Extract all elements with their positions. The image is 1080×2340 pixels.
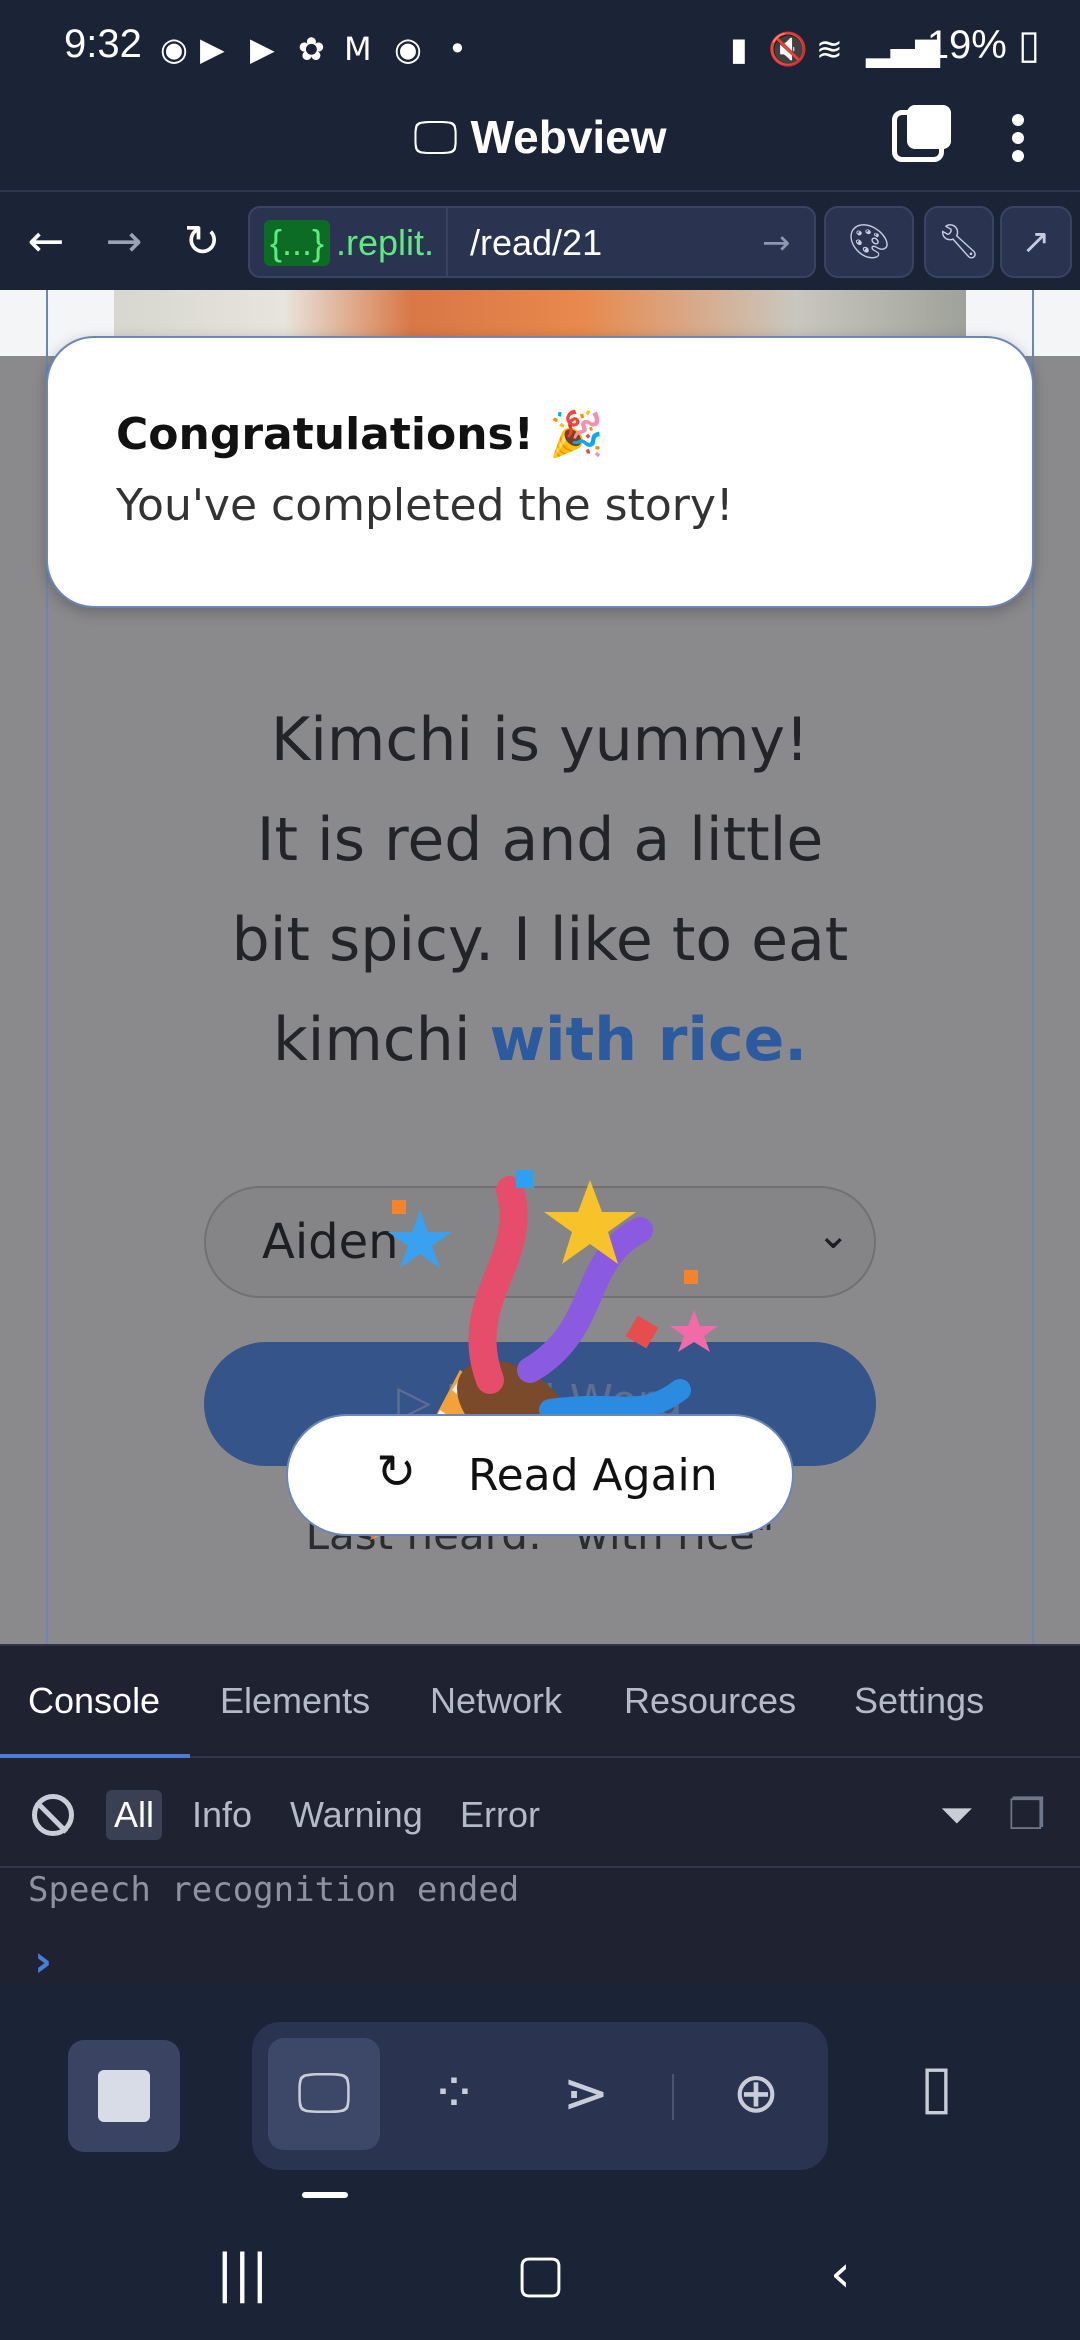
url-bar: ← → ↻ {...} .replit. /read/21 → 🎨︎ 🔧︎ ↗ xyxy=(0,190,1080,290)
host-text: .replit. xyxy=(336,222,435,263)
wifi-icon: ≋ xyxy=(816,30,843,68)
android-nav-bar: ||| ▢ ‹ xyxy=(0,2210,1080,2340)
tab-console[interactable]: Console xyxy=(28,1680,160,1722)
dock-panel-icon[interactable]: ▯ xyxy=(920,2052,953,2122)
branch-icon[interactable]: ⋗ xyxy=(530,2038,642,2150)
tab-settings[interactable]: Settings xyxy=(854,1680,984,1722)
grid-dots-icon[interactable]: ⁘ xyxy=(398,2038,510,2150)
url-field[interactable]: {...} .replit. /read/21 → xyxy=(248,206,816,278)
tool-toolbar: 🖵 ⁘ ⋗ ⊕ ▯ xyxy=(0,1984,1080,2184)
toast-body: You've completed the story! xyxy=(116,480,734,531)
console-filter-bar: All Info Warning Error ⏷ ❐ xyxy=(0,1760,1080,1868)
status-bar: 9:32 ◉ ▶ ▶ ✿ M ◉ • ▮ 🔇 ≋ ▂▄▆ 19% ▯ xyxy=(0,0,1080,100)
mute-icon: 🔇 xyxy=(768,30,808,68)
reload-icon[interactable]: ↻ xyxy=(172,212,232,272)
filter-warning[interactable]: Warning xyxy=(282,1790,431,1840)
tab-elements[interactable]: Elements xyxy=(220,1680,370,1722)
chrome-icon: ◉ xyxy=(394,30,422,68)
tab-resources[interactable]: Resources xyxy=(624,1680,796,1722)
filter-error[interactable]: Error xyxy=(452,1790,548,1840)
devtools-tabs: Console Elements Network Resources Setti… xyxy=(0,1646,1080,1758)
palette-icon[interactable]: 🎨︎ xyxy=(824,206,914,278)
go-arrow-icon[interactable]: → xyxy=(762,220,791,266)
filter-funnel-icon[interactable]: ⏷ xyxy=(940,1790,974,1840)
url-path[interactable]: /read/21 xyxy=(470,220,602,266)
stop-icon xyxy=(98,2070,150,2122)
battery-percent: 19% xyxy=(926,23,1007,67)
mode-divider xyxy=(672,2074,674,2120)
chrome-icon: ◉ xyxy=(160,30,188,68)
console-prompt-icon[interactable]: › xyxy=(34,1936,52,1987)
wrench-icon[interactable]: 🔧︎ xyxy=(924,206,994,278)
chevron-down-icon: ⌄ xyxy=(816,1212,850,1258)
console-log-line: Speech recognition ended xyxy=(28,1870,520,1910)
congratulations-toast: Congratulations! 🎉 You've completed the … xyxy=(46,336,1034,608)
dot-icon: • xyxy=(448,30,467,68)
url-divider xyxy=(446,208,448,276)
mode-switcher: 🖵 ⁘ ⋗ ⊕ xyxy=(252,2022,828,2170)
open-external-icon[interactable]: ↗ xyxy=(1000,206,1072,278)
tabs-icon[interactable] xyxy=(892,105,951,162)
back-icon[interactable]: ← xyxy=(16,212,76,272)
refresh-icon: ↻ xyxy=(376,1444,417,1500)
recent-apps-icon[interactable]: ||| xyxy=(216,2244,269,2304)
home-icon[interactable]: ▢ xyxy=(516,2244,565,2304)
settings-flower-icon: ✿ xyxy=(298,30,325,68)
stop-button[interactable] xyxy=(68,2040,180,2152)
tab-indicator xyxy=(302,2192,348,2198)
clear-console-icon[interactable] xyxy=(32,1794,74,1836)
filter-all[interactable]: All xyxy=(106,1790,163,1840)
toast-title: Congratulations! 🎉 xyxy=(116,409,604,460)
story-line: kimchi with rice. xyxy=(120,990,960,1090)
more-menu-icon[interactable] xyxy=(1004,108,1032,168)
copy-icon[interactable]: ❐ xyxy=(1008,1790,1046,1839)
back-nav-icon[interactable]: ‹ xyxy=(830,2244,851,2304)
gmail-icon: M xyxy=(344,30,372,68)
battery-indicator: 19% ▯ xyxy=(926,23,1040,67)
battery-saver-icon: ▮ xyxy=(730,30,748,68)
highlighted-words: with rice. xyxy=(489,1005,808,1075)
monitor-icon[interactable]: 🖵 xyxy=(268,2038,380,2150)
deploy-icon[interactable]: ⊕ xyxy=(700,2038,812,2150)
story-line: Kimchi is yummy! xyxy=(270,705,810,775)
app-title-text: Webview xyxy=(470,111,667,163)
read-again-label: Read Again xyxy=(468,1450,718,1501)
devtools-panel: Console Elements Network Resources Setti… xyxy=(0,1644,1080,1987)
story-line: It is red and a little xyxy=(256,805,824,875)
story-line: bit spicy. I like to eat xyxy=(231,905,849,975)
youtube-icon: ▶ xyxy=(200,30,225,68)
read-again-button[interactable]: ↻ Read Again xyxy=(286,1414,794,1536)
forward-icon[interactable]: → xyxy=(94,212,154,272)
youtube-icon: ▶ xyxy=(250,30,275,68)
filter-info[interactable]: Info xyxy=(184,1790,260,1840)
story-text: Kimchi is yummy! It is red and a little … xyxy=(120,690,960,1090)
host-chip: {...} xyxy=(264,220,331,266)
monitor-icon: 🖵 xyxy=(413,111,458,163)
status-time: 9:32 xyxy=(64,22,142,66)
tab-network[interactable]: Network xyxy=(430,1680,562,1722)
active-tab-indicator xyxy=(0,1754,190,1758)
story-line-plain: kimchi xyxy=(272,1005,490,1075)
